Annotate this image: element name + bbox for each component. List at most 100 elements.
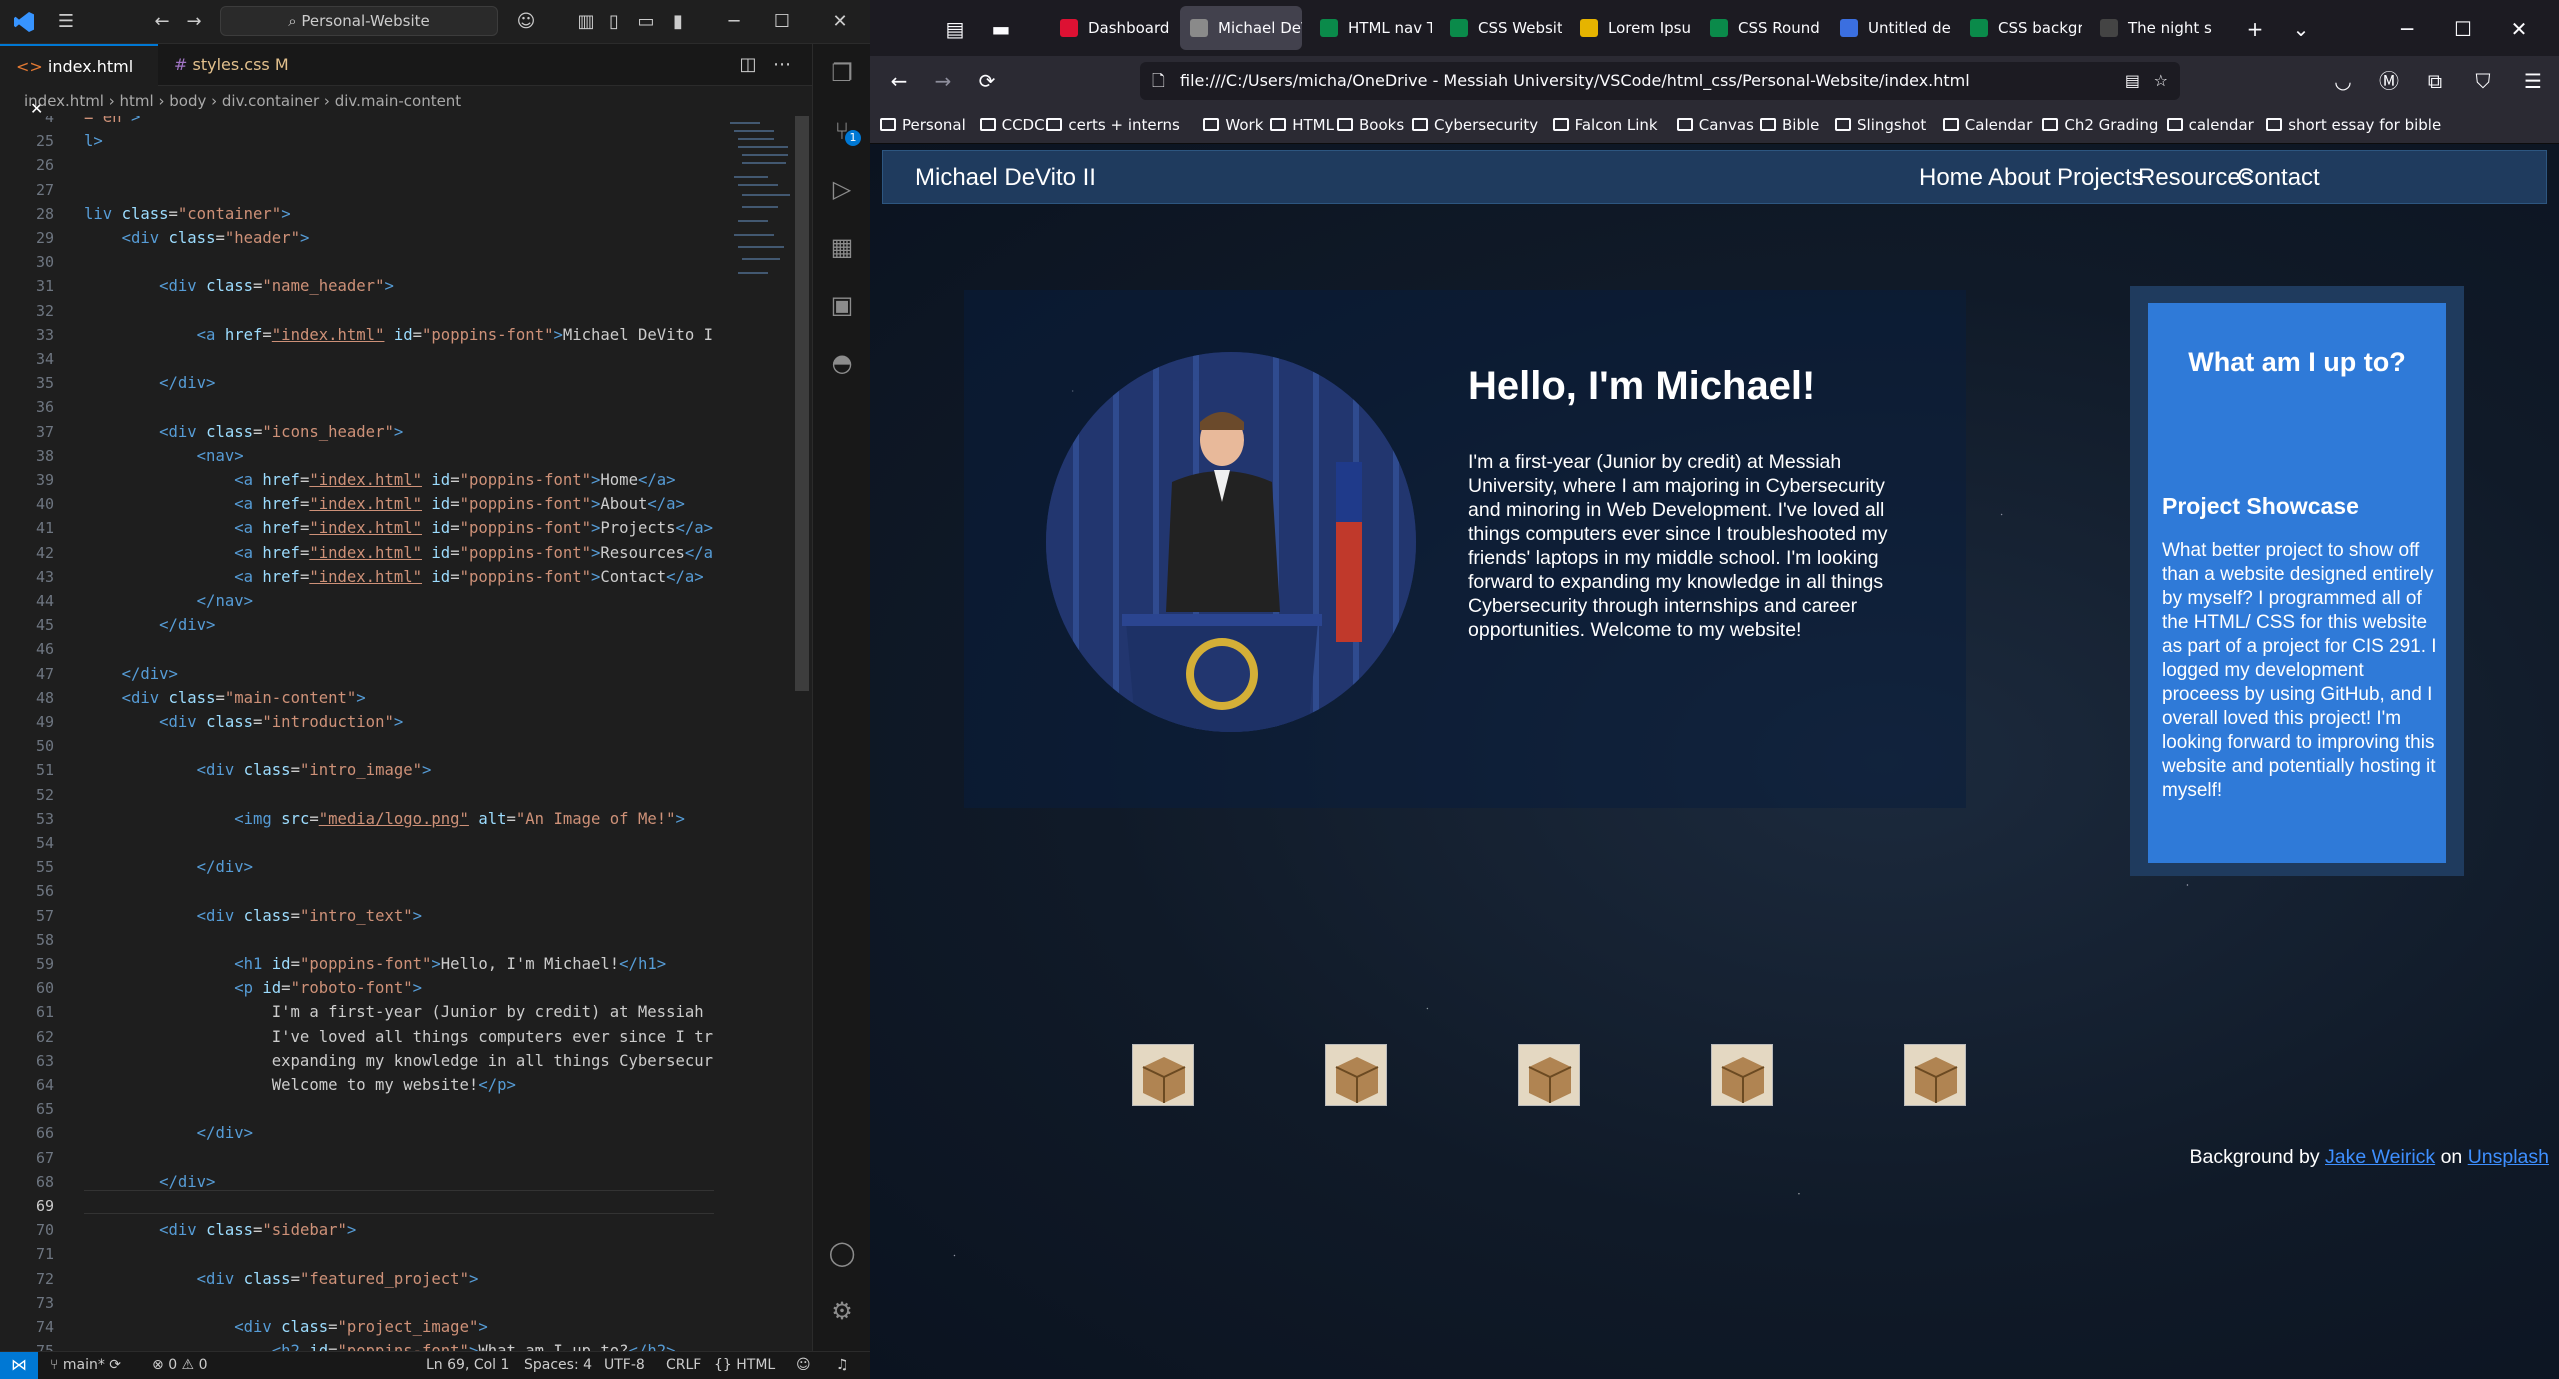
cursor-position[interactable]: Ln 69, Col 1 (426, 1352, 509, 1378)
secondary-sidebar-icon[interactable]: ▮ (664, 8, 692, 36)
reader-view-icon[interactable]: ▤ (2125, 62, 2140, 100)
bookmark-item[interactable]: calendar (2166, 114, 2254, 136)
run-debug-icon[interactable]: ▷ (827, 174, 857, 204)
source-control-icon[interactable]: ⑂ 1 (827, 116, 861, 146)
sidebar-toggle-icon[interactable]: ▯ (600, 8, 628, 36)
url-bar[interactable]: 🗋 file:///C:/Users/micha/OneDrive - Mess… (1140, 62, 2180, 100)
line-number: 72 (35, 1269, 54, 1288)
panel-toggle-icon[interactable]: ▭ (632, 8, 660, 36)
encoding[interactable]: UTF-8 (604, 1352, 645, 1378)
minimize-icon[interactable]: ─ (2394, 16, 2420, 42)
breadcrumb-item[interactable]: html (120, 92, 154, 110)
nav-contact[interactable]: Contact (2237, 151, 2320, 205)
browser-tab[interactable]: The night sk (2090, 6, 2212, 50)
new-tab-icon[interactable]: + (2242, 16, 2268, 42)
minimize-icon[interactable]: ─ (720, 8, 748, 36)
back-icon[interactable]: ← (886, 68, 912, 94)
site-brand[interactable]: Michael DeVito II (915, 151, 1096, 205)
firefox-view-icon[interactable]: ▤ (942, 16, 968, 42)
browser-tab[interactable]: Untitled de (1830, 6, 1952, 50)
browser-tab[interactable]: CSS Round (1700, 6, 1822, 50)
copilot-icon[interactable]: ☺ (512, 8, 540, 36)
tab-group-icon[interactable]: ▬ (988, 16, 1014, 42)
bookmark-star-icon[interactable]: ☆ (2154, 62, 2168, 100)
split-editor-icon[interactable]: ◫ (734, 51, 762, 79)
minimap[interactable] (720, 116, 800, 1351)
indentation[interactable]: Spaces: 4 (524, 1352, 592, 1378)
warning-count: 0 (198, 1357, 208, 1373)
browser-tab[interactable]: Dashboard (1050, 6, 1172, 50)
folder-icon (2042, 118, 2059, 131)
nav-projects[interactable]: Projects (2057, 151, 2144, 205)
account-icon[interactable]: Ⓜ (2376, 68, 2402, 94)
account-icon[interactable]: ◯ (827, 1238, 857, 1268)
editor-scrollbar[interactable] (795, 116, 809, 691)
nav-resources[interactable]: Resources (2138, 151, 2253, 205)
bookmark-item[interactable]: Books (1337, 114, 1404, 136)
reload-icon[interactable]: ⟳ (974, 68, 1000, 94)
bookmark-item[interactable]: short essay for bible (2266, 114, 2441, 136)
browser-tab[interactable]: Michael DeVi (1180, 6, 1302, 50)
app-menu-icon[interactable]: ☰ (2520, 68, 2546, 94)
extensions-icon[interactable]: ▦ (827, 232, 857, 262)
maximize-icon[interactable]: ☐ (2450, 16, 2476, 42)
bookmark-item[interactable]: Bible (1760, 114, 1819, 136)
nav-about[interactable]: About (1988, 151, 2051, 205)
browser-tab[interactable]: CSS Websit (1440, 6, 1562, 50)
language-mode[interactable]: {} HTML (714, 1352, 775, 1378)
credit-site-link[interactable]: Unsplash (2468, 1146, 2549, 1168)
remote-explorer-icon[interactable]: ▣ (827, 290, 857, 320)
pocket-icon[interactable]: ◡ (2330, 68, 2356, 94)
breadcrumb-item[interactable]: div.container (222, 92, 319, 110)
close-window-icon[interactable]: ✕ (826, 8, 854, 36)
bookmark-item[interactable]: CCDC (979, 114, 1045, 136)
breadcrumb-item[interactable]: div.main-content (335, 92, 462, 110)
line-ending[interactable]: CRLF (666, 1352, 701, 1378)
more-actions-icon[interactable]: ⋯ (768, 51, 796, 79)
shield-icon[interactable]: ⛉ (2470, 68, 2496, 94)
notifications-bell-icon[interactable]: ♫ (836, 1352, 849, 1378)
settings-gear-icon[interactable]: ⚙ (827, 1296, 857, 1326)
menu-icon[interactable]: ☰ (52, 8, 80, 36)
explorer-icon[interactable]: ❐ (827, 58, 857, 88)
line-number: 52 (35, 785, 54, 804)
tab-index-html[interactable]: <> index.html ✕ (0, 44, 158, 118)
folder-icon (1835, 118, 1851, 131)
bookmark-item[interactable]: Personal (880, 114, 966, 136)
remote-indicator-icon[interactable]: ⋈ (0, 1352, 38, 1379)
bookmark-item[interactable]: Ch2 Grading (2042, 114, 2158, 136)
bookmark-item[interactable]: Canvas (1676, 114, 1754, 136)
layout-icon[interactable]: ▥ (572, 8, 600, 36)
browser-tab[interactable]: Lorem Ipsu (1570, 6, 1692, 50)
folder-icon (2266, 118, 2283, 131)
breadcrumb-item[interactable]: body (169, 92, 206, 110)
code-editor[interactable]: 4 ='en'> 25 l> 26 27 28 liv class="container"> 2… (0, 116, 812, 1351)
breadcrumb-item[interactable]: index.html (24, 92, 104, 110)
code-line: I'm a first-year (Junior by credit) at M… (84, 1003, 704, 1022)
credit-author-link[interactable]: Jake Weirick (2325, 1146, 2435, 1168)
browser-tab[interactable]: CSS backgr (1960, 6, 2082, 50)
extensions-icon[interactable]: ⧉ (2422, 68, 2448, 94)
back-arrow-icon[interactable]: ← (148, 8, 176, 36)
forward-icon[interactable]: → (930, 68, 956, 94)
list-all-tabs-icon[interactable]: ⌄ (2288, 16, 2314, 42)
bookmark-item[interactable]: certs + interns (1046, 114, 1180, 136)
problems-indicator[interactable]: ⊗ 0 ⚠ 0 (152, 1352, 207, 1378)
forward-arrow-icon[interactable]: → (180, 8, 208, 36)
close-window-icon[interactable]: ✕ (2506, 16, 2532, 42)
command-center-search[interactable]: ⌕ Personal-Website (220, 6, 498, 36)
docker-icon[interactable]: ◓ (827, 348, 857, 378)
bookmark-item[interactable]: Work (1203, 114, 1263, 136)
git-branch[interactable]: ⑂ main* ⟳ (50, 1352, 121, 1378)
bookmark-item[interactable]: Falcon Link (1552, 114, 1658, 136)
bookmark-item[interactable]: HTML (1270, 114, 1334, 136)
bookmark-item[interactable]: Slingshot (1835, 114, 1926, 136)
line-number: 32 (35, 301, 54, 320)
browser-tab[interactable]: HTML nav T (1310, 6, 1432, 50)
tab-styles-css[interactable]: # styles.css M (158, 44, 308, 86)
maximize-icon[interactable]: ☐ (768, 8, 796, 36)
nav-home[interactable]: Home (1919, 151, 1983, 205)
bookmark-item[interactable]: Cybersecurity (1412, 114, 1538, 136)
bookmark-item[interactable]: Calendar (1942, 114, 2032, 136)
copilot-status-icon[interactable]: ☺ (796, 1352, 811, 1378)
